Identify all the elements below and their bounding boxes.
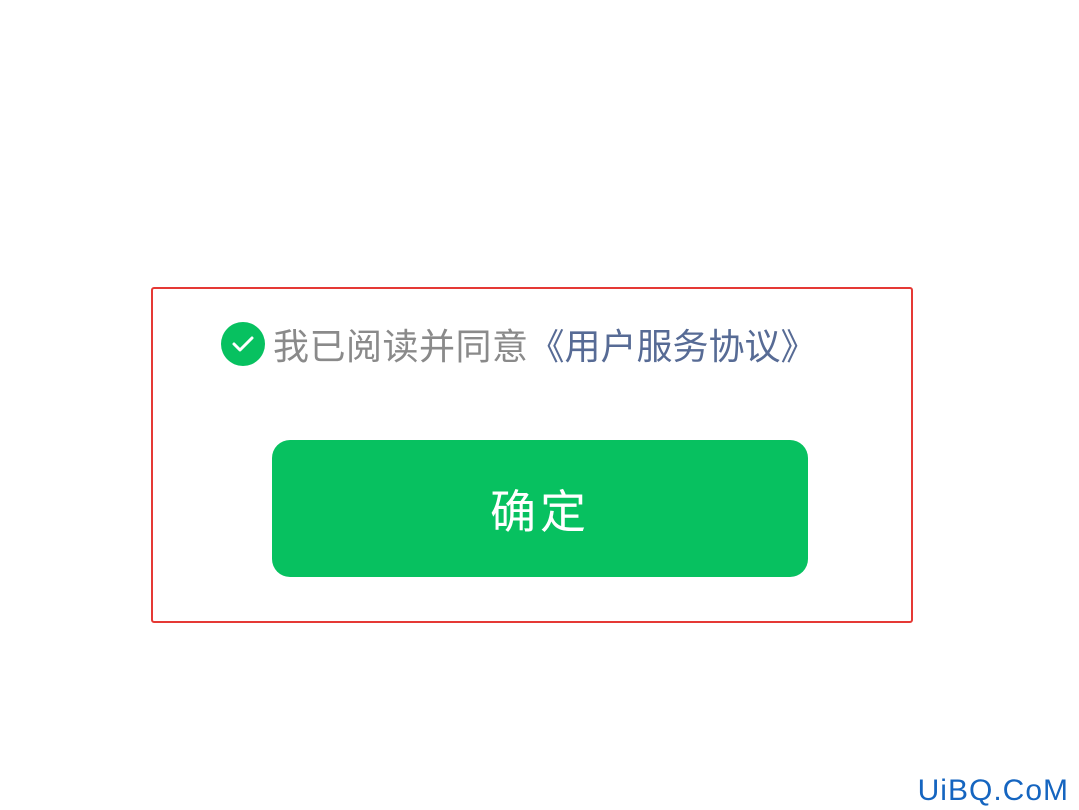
agreement-text: 我已阅读并同意 <box>273 327 529 368</box>
agreement-row: 我已阅读并同意 《用户服务协议》 <box>221 316 817 372</box>
watermark: UiBQ.CoM <box>917 774 1069 807</box>
page: 我已阅读并同意 《用户服务协议》 确定 UiBQ.CoM <box>0 0 1079 810</box>
confirm-button[interactable]: 确定 <box>272 440 808 577</box>
user-agreement-link[interactable]: 《用户服务协议》 <box>529 318 817 370</box>
checkmark-icon <box>232 336 254 352</box>
confirm-button-label: 确定 <box>490 484 590 539</box>
check-circle-icon[interactable] <box>221 322 265 366</box>
